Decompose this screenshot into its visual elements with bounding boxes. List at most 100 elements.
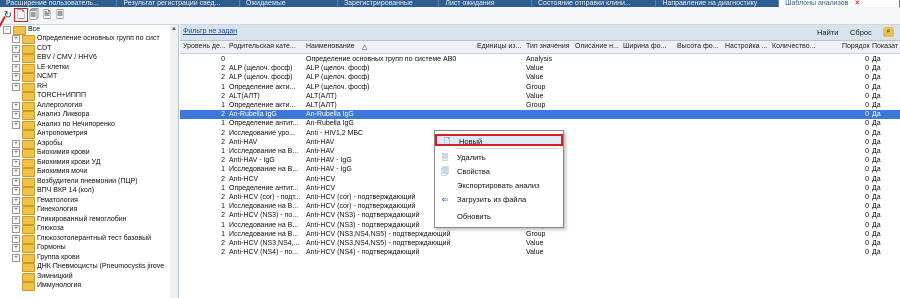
expand-icon[interactable]: +: [12, 215, 20, 224]
table-row[interactable]: 1 Определение антит... An-Rubella IgG 0 Да: [180, 119, 900, 128]
table-cell: Да: [872, 148, 881, 155]
expand-icon[interactable]: +: [12, 111, 20, 119]
table-row[interactable]: 2 Anti-HCV (NS4) - по... Anti-HCV (NS4) - …: [180, 248, 900, 257]
menu-item[interactable]: 🗋 Новый: [435, 134, 563, 146]
expand-icon[interactable]: +: [12, 187, 20, 195]
table-cell: 0: [865, 203, 869, 211]
expand-icon[interactable]: +: [12, 177, 20, 186]
tab-0[interactable]: Расширение пользователь...: [0, 0, 118, 7]
folder-icon: [22, 54, 35, 63]
table-cell: Value: [526, 240, 544, 247]
expand-icon[interactable]: +: [12, 206, 20, 214]
expand-icon[interactable]: +: [12, 73, 20, 81]
tab-7[interactable]: Шаблоны анализов ✕: [779, 0, 900, 7]
edit-doc-icon[interactable]: 🗎: [42, 10, 52, 21]
column-header[interactable]: Показат: [872, 43, 900, 50]
menu-item[interactable]: ⇐ Загрузить из файла: [435, 194, 563, 206]
tab-3[interactable]: Зарегистрированные: [338, 0, 440, 7]
filter-icon[interactable]: ⌕: [883, 27, 894, 37]
folder-icon: [22, 92, 35, 101]
column-header[interactable]: Количество...: [772, 43, 827, 50]
expand-icon[interactable]: +: [12, 158, 20, 167]
table-row[interactable]: 2 ALP (щелоч. фосф) ALP (щелоч. фосф) Value…: [180, 73, 900, 82]
column-header[interactable]: Высота фо...: [677, 43, 723, 50]
expand-icon[interactable]: +: [12, 35, 20, 43]
tab-label: Направление на диагностику: [662, 0, 758, 7]
menu-item[interactable]: Обновить: [435, 211, 563, 223]
tree-item-label: Анализ по Нечипоренко: [37, 120, 115, 128]
folder-icon: [22, 187, 35, 196]
menu-item[interactable]: 🗐 Свойства: [435, 166, 563, 178]
expand-icon[interactable]: +: [12, 139, 20, 148]
tab-5[interactable]: Состояние отправки клини...: [532, 0, 657, 7]
table-cell: 1: [221, 184, 225, 192]
folder-icon: [22, 253, 35, 263]
table-cell: 0: [865, 148, 869, 155]
table-row[interactable]: 1 Исследование на В... Anti-HCV (NS3,NS4,N…: [180, 230, 900, 239]
table-row[interactable]: 2 ALP (щелоч. фосф) ALP (щелоч. фосф) Value…: [180, 64, 900, 73]
expand-icon[interactable]: +: [12, 244, 20, 252]
expand-icon[interactable]: +: [12, 54, 20, 62]
menu-item[interactable]: 🗏 Удалить: [435, 152, 563, 164]
expand-icon[interactable]: +: [12, 196, 20, 205]
folder-icon: [22, 196, 35, 206]
table-cell: Да: [872, 166, 881, 174]
delete-doc-icon[interactable]: 🗏: [55, 10, 65, 21]
expand-icon[interactable]: +: [12, 63, 20, 72]
table-row[interactable]: 2 ALT(АЛТ) ALT(АЛТ) Value 0 Да: [180, 92, 900, 101]
table-cell: 2: [221, 92, 225, 100]
expand-icon[interactable]: +: [12, 149, 20, 157]
tree-item-label: Гинекология: [37, 206, 78, 213]
expand-icon[interactable]: +: [12, 234, 20, 243]
menu-separator: [455, 148, 559, 149]
expand-icon[interactable]: +: [12, 253, 20, 262]
table-cell: 0: [865, 74, 869, 82]
table-row[interactable]: 1 Определение акти... ALP (щелоч. фосф) Gro…: [180, 83, 900, 92]
menu-item[interactable]: Экспортировать анализ: [435, 180, 563, 192]
tab-label: Состояние отправки клини...: [537, 0, 631, 7]
table-cell: Исследование на В...: [229, 166, 299, 174]
table-cell: 0: [865, 184, 869, 192]
tree-scrollbar[interactable]: ▲: [170, 25, 178, 298]
column-header[interactable]: Настройка ...: [725, 43, 770, 50]
table-cell: ALP (щелоч. фосф): [306, 74, 370, 82]
expand-icon[interactable]: +: [12, 225, 20, 233]
column-header[interactable]: Тип значения: [526, 43, 573, 50]
column-header[interactable]: Родительская кате...: [229, 43, 304, 50]
table-cell: 0: [865, 102, 869, 109]
column-header[interactable]: Уровень де...: [183, 43, 227, 50]
table-row[interactable]: 2 Anti-HCV (NS3,NS4,... Anti-HCV (NS3,NS4,…: [180, 239, 900, 248]
table-cell: Исследование уро...: [229, 129, 296, 137]
table-row[interactable]: 1 Определение акти... ALT(АЛТ) Group 0 Да: [180, 101, 900, 110]
tab-4[interactable]: Лист ожидания: [439, 0, 532, 7]
copy-doc-icon[interactable]: 🗐: [29, 10, 39, 21]
table-cell: Исследование на В...: [229, 230, 299, 238]
expand-icon[interactable]: +: [12, 120, 20, 129]
column-header[interactable]: Описание н...: [575, 43, 621, 50]
tree-item-label: Возбудители пневмонии (ПЦР): [37, 177, 138, 185]
collapse-icon[interactable]: −: [3, 26, 11, 34]
table-cell: Да: [872, 120, 881, 128]
expand-icon[interactable]: +: [12, 44, 20, 53]
tab-1[interactable]: Результат регистрации свед...: [117, 0, 241, 7]
table-cell: 0: [865, 175, 869, 183]
table-row[interactable]: 2 An-Rubella IgG An-Rubella IgG 0 Да: [180, 110, 900, 120]
table-row[interactable]: 0 Определение основных групп по системе А…: [180, 55, 900, 64]
column-header[interactable]: Порядок: [842, 43, 870, 50]
filter-link[interactable]: Фильтр не задан: [183, 28, 237, 35]
close-tab-icon[interactable]: ✕: [854, 0, 860, 7]
expand-icon[interactable]: +: [12, 101, 20, 110]
tree-item-label: Биохимия крови УД: [37, 158, 101, 166]
tab-6[interactable]: Направление на диагностику: [656, 0, 780, 7]
tree-item-label: Зимницкий: [37, 272, 73, 280]
column-header[interactable]: Наименование: [306, 43, 474, 50]
expand-icon[interactable]: +: [12, 82, 20, 91]
tab-2[interactable]: Ожидаемые: [240, 0, 338, 7]
expand-icon[interactable]: +: [12, 168, 20, 176]
reset-button[interactable]: Сброс: [850, 28, 872, 37]
scroll-up-icon[interactable]: ▲: [170, 25, 178, 33]
find-button[interactable]: Найти: [817, 28, 838, 37]
column-header[interactable]: Ширина фо...: [623, 43, 675, 50]
column-header[interactable]: Единицы из...: [477, 43, 524, 50]
table-cell: 1: [221, 230, 225, 238]
